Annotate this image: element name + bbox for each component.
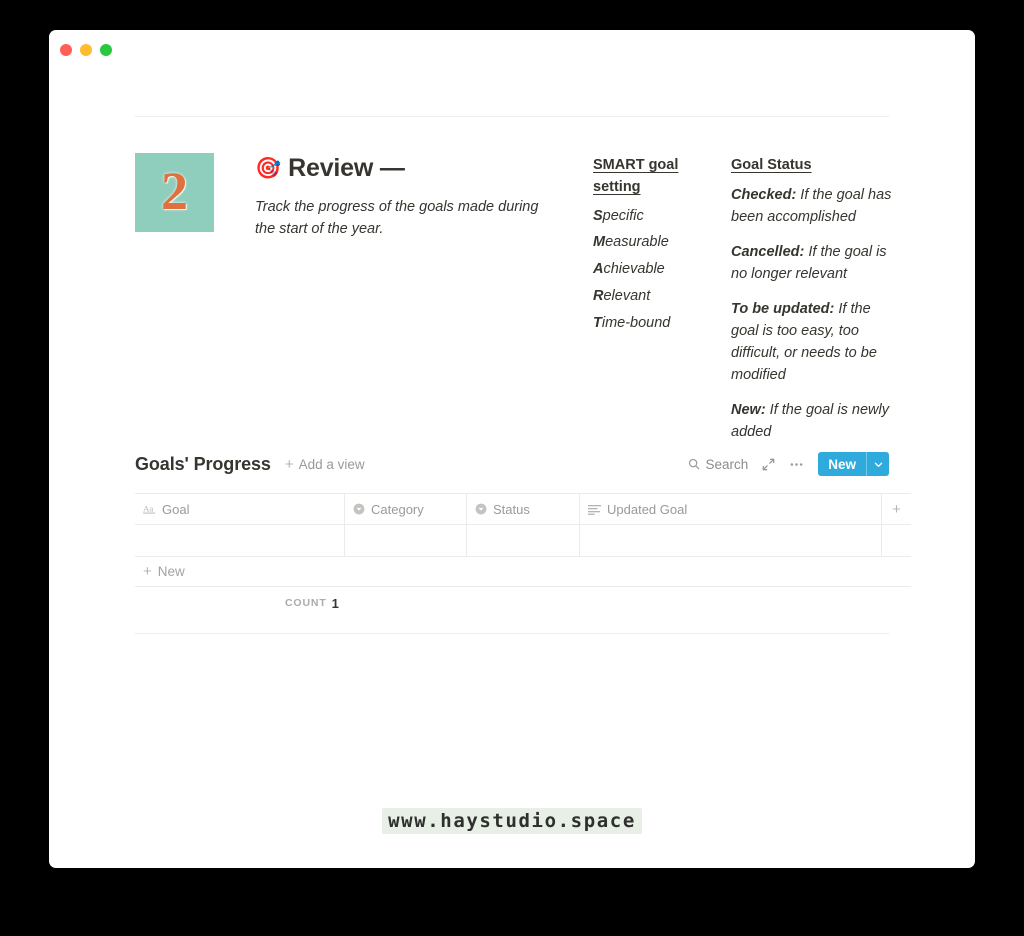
column-header-status[interactable]: Status	[467, 494, 580, 524]
bottom-divider	[135, 633, 889, 634]
watermark: www.haystudio.space	[49, 808, 975, 834]
smart-initial: R	[593, 287, 604, 304]
plus-icon: +	[892, 500, 901, 518]
more-options-button[interactable]	[789, 458, 804, 471]
plus-icon: +	[284, 455, 294, 473]
column-label: Category	[371, 501, 424, 517]
select-type-icon	[475, 503, 487, 515]
goal-status-to-be-updated: To be updated: If the goal is too easy, …	[731, 298, 896, 386]
page-subtitle: Track the progress of the goals made dur…	[255, 199, 539, 238]
hero-section: 2 🎯 Review — Track the progress of the g…	[135, 153, 891, 443]
step-number-tile: 2	[135, 153, 214, 232]
svg-text:Aa: Aa	[143, 503, 153, 513]
target-icon: 🎯	[255, 156, 282, 180]
new-row-button[interactable]: + New	[135, 557, 911, 587]
new-button-group[interactable]: New	[818, 452, 889, 476]
chevron-down-icon	[874, 460, 883, 469]
rich-text-type-icon	[588, 504, 601, 515]
traffic-lights	[60, 44, 112, 56]
title-column: 🎯 Review — Track the progress of the goa…	[255, 153, 555, 241]
cell-goal[interactable]	[135, 525, 345, 556]
plus-icon: +	[143, 563, 152, 580]
new-row-label: New	[157, 564, 185, 579]
goal-status-column: Goal Status Checked: If the goal has bee…	[731, 155, 896, 456]
add-a-view-label: Add a view	[298, 456, 365, 472]
smart-initial: A	[593, 261, 604, 277]
add-a-view-button[interactable]: + Add a view	[285, 457, 365, 472]
smart-item-measurable: Measurable	[593, 232, 711, 254]
status-term: Cancelled:	[731, 243, 805, 260]
column-header-goal[interactable]: Aa Goal	[135, 494, 345, 524]
column-label: Updated Goal	[607, 501, 688, 517]
minimize-window-button[interactable]	[80, 44, 92, 56]
expand-button[interactable]	[762, 458, 775, 471]
smart-goal-column: SMART goal setting Specific Measurable A…	[593, 155, 711, 339]
column-header-category[interactable]: Category	[345, 494, 467, 524]
goal-status-new: New: If the goal is newly added	[731, 399, 896, 443]
new-button[interactable]: New	[818, 452, 866, 476]
database-toolbar: Goals' Progress + Add a view Search New	[135, 449, 889, 479]
zoom-window-button[interactable]	[100, 44, 112, 56]
close-window-button[interactable]	[60, 44, 72, 56]
column-label: Status	[493, 501, 530, 517]
smart-item-time-bound: Time-bound	[593, 313, 711, 335]
goal-status-heading: Goal Status	[731, 157, 812, 173]
database-block: Goals' Progress + Add a view Search New …	[135, 449, 911, 634]
top-divider	[135, 116, 889, 117]
smart-item-specific: Specific	[593, 206, 711, 228]
cell-updated-goal[interactable]	[580, 525, 882, 556]
text-type-icon: Aa	[143, 503, 156, 515]
watermark-text: www.haystudio.space	[382, 808, 642, 834]
smart-rest: chievable	[603, 261, 665, 277]
add-column-button[interactable]: +	[882, 494, 911, 524]
step-number: 2	[161, 160, 188, 221]
search-label: Search	[705, 456, 749, 472]
smart-rest: pecific	[602, 207, 644, 224]
database-title[interactable]: Goals' Progress	[135, 454, 271, 475]
select-type-icon	[353, 503, 365, 515]
goal-status-checked: Checked: If the goal has been accomplish…	[731, 184, 896, 228]
count-label: COUNT	[285, 597, 327, 609]
app-window: 2 🎯 Review — Track the progress of the g…	[49, 30, 975, 868]
search-icon	[688, 458, 700, 470]
smart-rest: elevant	[603, 287, 651, 304]
new-button-dropdown[interactable]	[866, 452, 889, 476]
smart-initial: S	[593, 207, 603, 224]
smart-initial: T	[593, 314, 602, 331]
page-title: Review —	[288, 154, 405, 182]
column-header-updated-goal[interactable]: Updated Goal	[580, 494, 882, 524]
column-label: Goal	[162, 501, 190, 517]
goal-status-cancelled: Cancelled: If the goal is no longer rele…	[731, 241, 896, 285]
smart-item-achievable: Achievable	[593, 259, 711, 281]
count-summary-row[interactable]: COUNT 1	[135, 587, 911, 619]
cell-status[interactable]	[467, 525, 580, 556]
cell-category[interactable]	[345, 525, 467, 556]
smart-rest: ime-bound	[601, 314, 671, 331]
table-row[interactable]	[135, 525, 911, 557]
page-title-line: 🎯 Review —	[255, 153, 555, 183]
status-term: To be updated:	[731, 300, 835, 317]
status-term: Checked:	[731, 186, 797, 203]
status-term: New:	[731, 402, 766, 418]
cell-spacer	[882, 525, 911, 556]
search-button[interactable]: Search	[688, 457, 748, 472]
table-header-row: Aa Goal Category Status Updated Goal +	[135, 493, 911, 525]
ellipsis-icon	[789, 458, 804, 471]
smart-goal-heading: SMART goal setting	[593, 157, 679, 195]
count-value: 1	[331, 595, 339, 611]
smart-item-relevant: Relevant	[593, 286, 711, 308]
smart-initial: M	[593, 234, 606, 251]
goals-table: Aa Goal Category Status Updated Goal + +…	[135, 493, 911, 619]
page-content: 2 🎯 Review — Track the progress of the g…	[135, 116, 911, 634]
smart-rest: easurable	[605, 234, 669, 251]
expand-arrows-icon	[762, 458, 775, 471]
